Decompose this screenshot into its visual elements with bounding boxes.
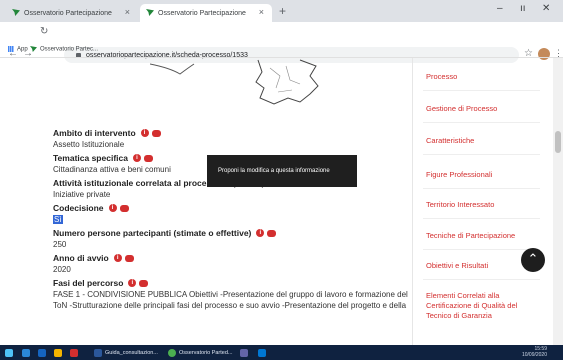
sidebar-item-gestione[interactable]: Gestione di Processo <box>426 104 497 114</box>
field-value-selected: Sì <box>53 215 63 224</box>
new-tab-button[interactable]: + <box>279 4 286 18</box>
comment-icon[interactable] <box>139 279 149 287</box>
info-icon[interactable]: i <box>128 279 137 287</box>
site-favicon-icon <box>12 9 20 16</box>
page-content: Ambito di intervento i Assetto Istituzion… <box>0 58 563 345</box>
sidebar-item-tecniche[interactable]: Tecniche di Partecipazione <box>426 231 515 241</box>
field-codecisione: Codecisione i Sì <box>53 203 413 224</box>
taskbar-app-icon[interactable] <box>258 347 269 358</box>
close-window-button[interactable]: ✕ <box>542 3 550 14</box>
comment-icon[interactable] <box>119 204 129 212</box>
page-scrollbar[interactable] <box>553 58 563 345</box>
edit-tooltip: Proponi la modifica a questa informazion… <box>207 155 357 187</box>
field-label: Anno di avvio <box>53 253 109 263</box>
section-sidebar: Processo Gestione di Processo Caratteris… <box>412 58 547 345</box>
scroll-to-top-button[interactable]: ⌃ <box>521 248 545 272</box>
sidebar-item-figure[interactable]: Figure Professionali <box>426 170 492 180</box>
field-value: FASE 1 - CONDIVISIONE PUBBLICA Obiettivi… <box>53 290 408 299</box>
comment-icon[interactable] <box>151 129 161 137</box>
comment-icon[interactable] <box>143 154 153 162</box>
site-favicon-icon <box>30 46 37 52</box>
taskbar-item-label: Osservatorio Parted... <box>179 349 233 356</box>
site-favicon-icon <box>146 9 154 16</box>
field-label: Tematica specifica <box>53 153 128 163</box>
taskbar-app-icon[interactable] <box>70 347 81 358</box>
bookmark-apps[interactable]: App <box>8 46 28 53</box>
windows-taskbar: Guida_consultazion... Osservatorio Parte… <box>0 345 563 360</box>
close-tab-icon[interactable]: × <box>259 7 264 17</box>
divider <box>423 249 540 250</box>
territory-map <box>150 59 319 105</box>
maximize-button[interactable]: ıı <box>520 3 526 14</box>
sidebar-item-obiettivi[interactable]: Obiettivi e Risultati <box>426 261 488 271</box>
field-label: Codecisione <box>53 203 104 213</box>
bookmark-site-label: Osservatorio Partec... <box>40 46 99 53</box>
divider <box>423 279 540 280</box>
field-value: 2020 <box>53 265 71 274</box>
field-value: Iniziative private <box>53 190 111 199</box>
bookmarks-bar: App Osservatorio Partec... <box>0 44 563 58</box>
field-label: Ambito di intervento <box>53 128 136 138</box>
bookmark-apps-label: App <box>17 46 28 53</box>
apps-grid-icon <box>8 46 14 52</box>
taskbar-word-item[interactable]: Guida_consultazion... <box>94 347 158 358</box>
taskbar-app-icon[interactable] <box>240 347 251 358</box>
browser-tab-1[interactable]: Osservatorio Partecipazione × <box>6 4 138 22</box>
taskbar-app-icon[interactable] <box>38 347 49 358</box>
field-value: Assetto Istituzionale <box>53 140 125 149</box>
bookmark-site[interactable]: Osservatorio Partec... <box>30 46 98 53</box>
tab-title: Osservatorio Partecipazione <box>158 9 246 17</box>
reload-icon[interactable]: ↻ <box>40 26 48 37</box>
comment-icon[interactable] <box>267 229 277 237</box>
info-icon[interactable]: i <box>113 254 122 262</box>
field-label: Fasi del percorso <box>53 278 124 288</box>
tab-title: Osservatorio Partecipazione <box>24 9 112 17</box>
info-icon[interactable]: i <box>140 129 149 137</box>
browser-tab-2[interactable]: Osservatorio Partecipazione × <box>140 4 272 22</box>
start-icon[interactable] <box>5 347 16 358</box>
field-partecipanti: Numero persone partecipanti (stimate o e… <box>53 228 413 249</box>
info-icon[interactable]: i <box>256 229 265 237</box>
clock-date: 10/09/2020 <box>521 351 547 358</box>
field-anno: Anno di avvio i 2020 <box>53 253 413 274</box>
divider <box>423 188 540 189</box>
system-clock[interactable]: 15:59 10/09/2020 <box>503 346 547 358</box>
divider <box>423 122 540 123</box>
divider <box>423 90 540 91</box>
taskbar-app-icon[interactable] <box>22 347 33 358</box>
sidebar-item-caratteristiche[interactable]: Caratteristiche <box>426 136 474 146</box>
field-label: Numero persone partecipanti (stimate o e… <box>53 228 252 238</box>
close-tab-icon[interactable]: × <box>125 7 130 17</box>
sidebar-item-territorio[interactable]: Territorio Interessato <box>426 200 494 210</box>
sidebar-item-processo[interactable]: Processo <box>426 72 457 82</box>
taskbar-chrome-item[interactable]: Osservatorio Parted... <box>168 347 233 358</box>
divider <box>423 218 540 219</box>
field-fasi: Fasi del percorso i FASE 1 - CONDIVISIONE… <box>53 278 413 310</box>
divider <box>423 154 540 155</box>
address-bar-row: ← → ↻ osservatoriopartecipazione.it/sche… <box>0 22 563 63</box>
minimize-button[interactable]: – <box>497 3 503 14</box>
field-ambito: Ambito di intervento i Assetto Istituzion… <box>53 128 413 149</box>
info-icon[interactable]: i <box>132 154 141 162</box>
info-icon[interactable]: i <box>108 204 117 212</box>
comment-icon[interactable] <box>124 254 134 262</box>
field-value: 250 <box>53 240 67 249</box>
field-value-line2: ToN -Strutturazione delle principali fas… <box>53 301 407 310</box>
scrollbar-thumb[interactable] <box>555 131 561 153</box>
taskbar-app-icon[interactable] <box>54 347 65 358</box>
sidebar-item-elementi[interactable]: Elementi Correlati alla Certificazione d… <box>426 291 538 321</box>
taskbar-item-label: Guida_consultazion... <box>105 349 158 356</box>
tab-bar: Osservatorio Partecipazione × Osservator… <box>0 0 563 22</box>
